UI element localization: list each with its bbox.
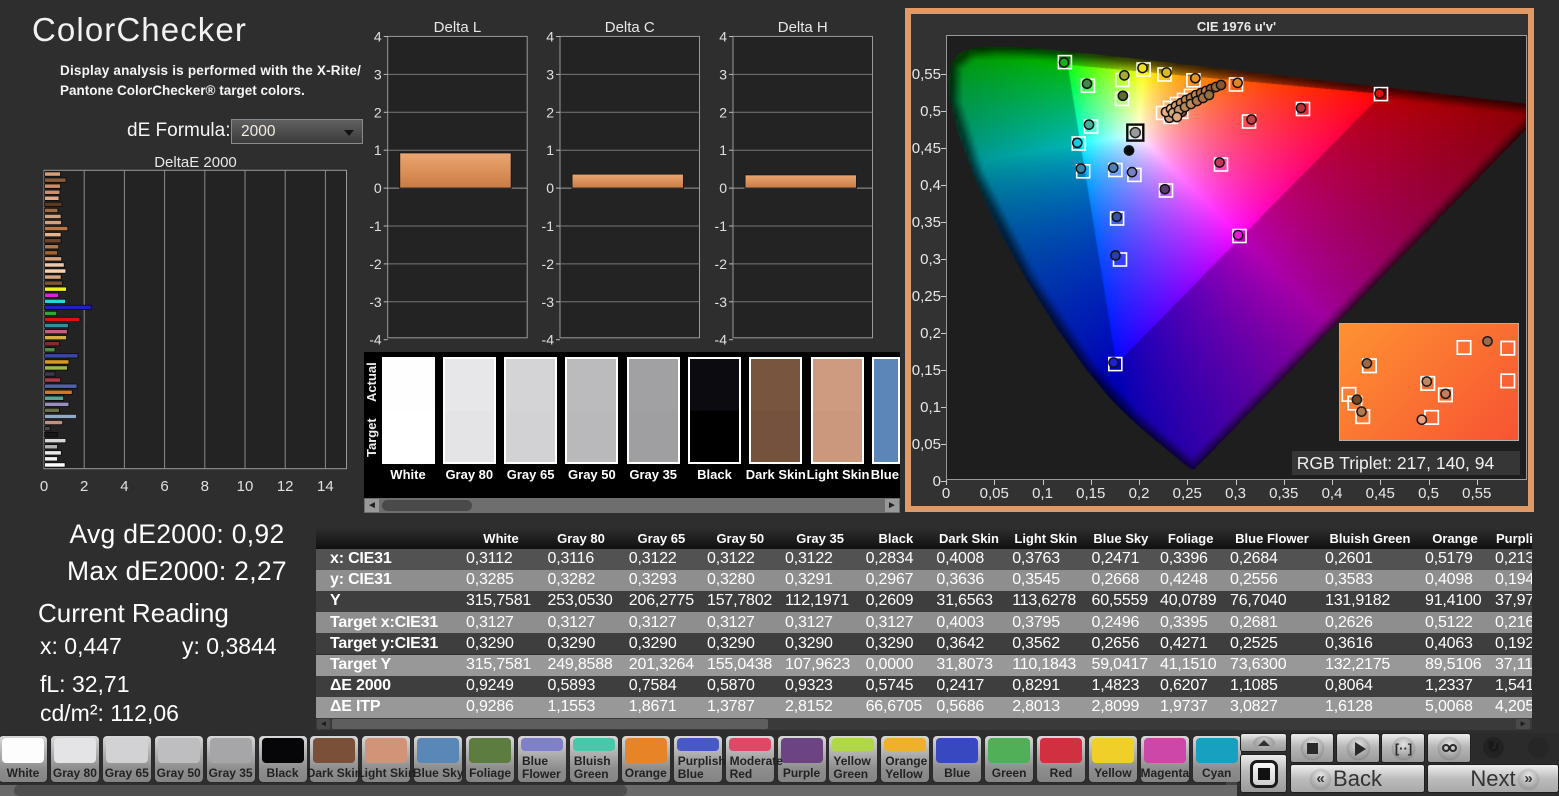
svg-text:-3: -3 [542,294,555,310]
svg-text:3: 3 [374,66,382,82]
svg-text:-4: -4 [370,332,382,348]
svg-text:1: 1 [719,142,727,158]
svg-text:Delta H: Delta H [778,19,828,36]
svg-text:0: 0 [374,180,382,196]
svg-text:-2: -2 [370,256,382,272]
svg-text:2: 2 [719,104,727,120]
svg-text:3: 3 [719,66,727,82]
svg-text:-2: -2 [715,256,728,272]
svg-text:4: 4 [546,29,554,45]
svg-text:2: 2 [80,478,88,495]
svg-text:Delta L: Delta L [434,19,482,36]
svg-text:12: 12 [277,478,294,495]
svg-text:-1: -1 [542,218,555,234]
svg-text:3: 3 [546,66,554,82]
svg-text:1: 1 [546,142,554,158]
svg-text:-3: -3 [370,294,382,310]
svg-text:4: 4 [374,29,382,45]
svg-text:1: 1 [374,142,382,158]
svg-text:-4: -4 [715,332,728,348]
svg-text:2: 2 [374,104,382,120]
svg-text:4: 4 [120,478,128,495]
svg-text:0: 0 [40,478,48,495]
svg-text:0: 0 [719,180,727,196]
svg-text:4: 4 [719,29,727,45]
svg-text:0: 0 [546,180,554,196]
svg-text:14: 14 [317,478,334,495]
svg-text:-1: -1 [370,218,382,234]
svg-text:6: 6 [160,478,168,495]
svg-text:8: 8 [201,478,209,495]
svg-text:-2: -2 [542,256,555,272]
svg-text:10: 10 [237,478,254,495]
svg-text:2: 2 [546,104,554,120]
svg-text:-1: -1 [715,218,728,234]
svg-text:Delta C: Delta C [605,19,655,36]
svg-text:-3: -3 [715,294,728,310]
svg-text:-4: -4 [542,332,555,348]
